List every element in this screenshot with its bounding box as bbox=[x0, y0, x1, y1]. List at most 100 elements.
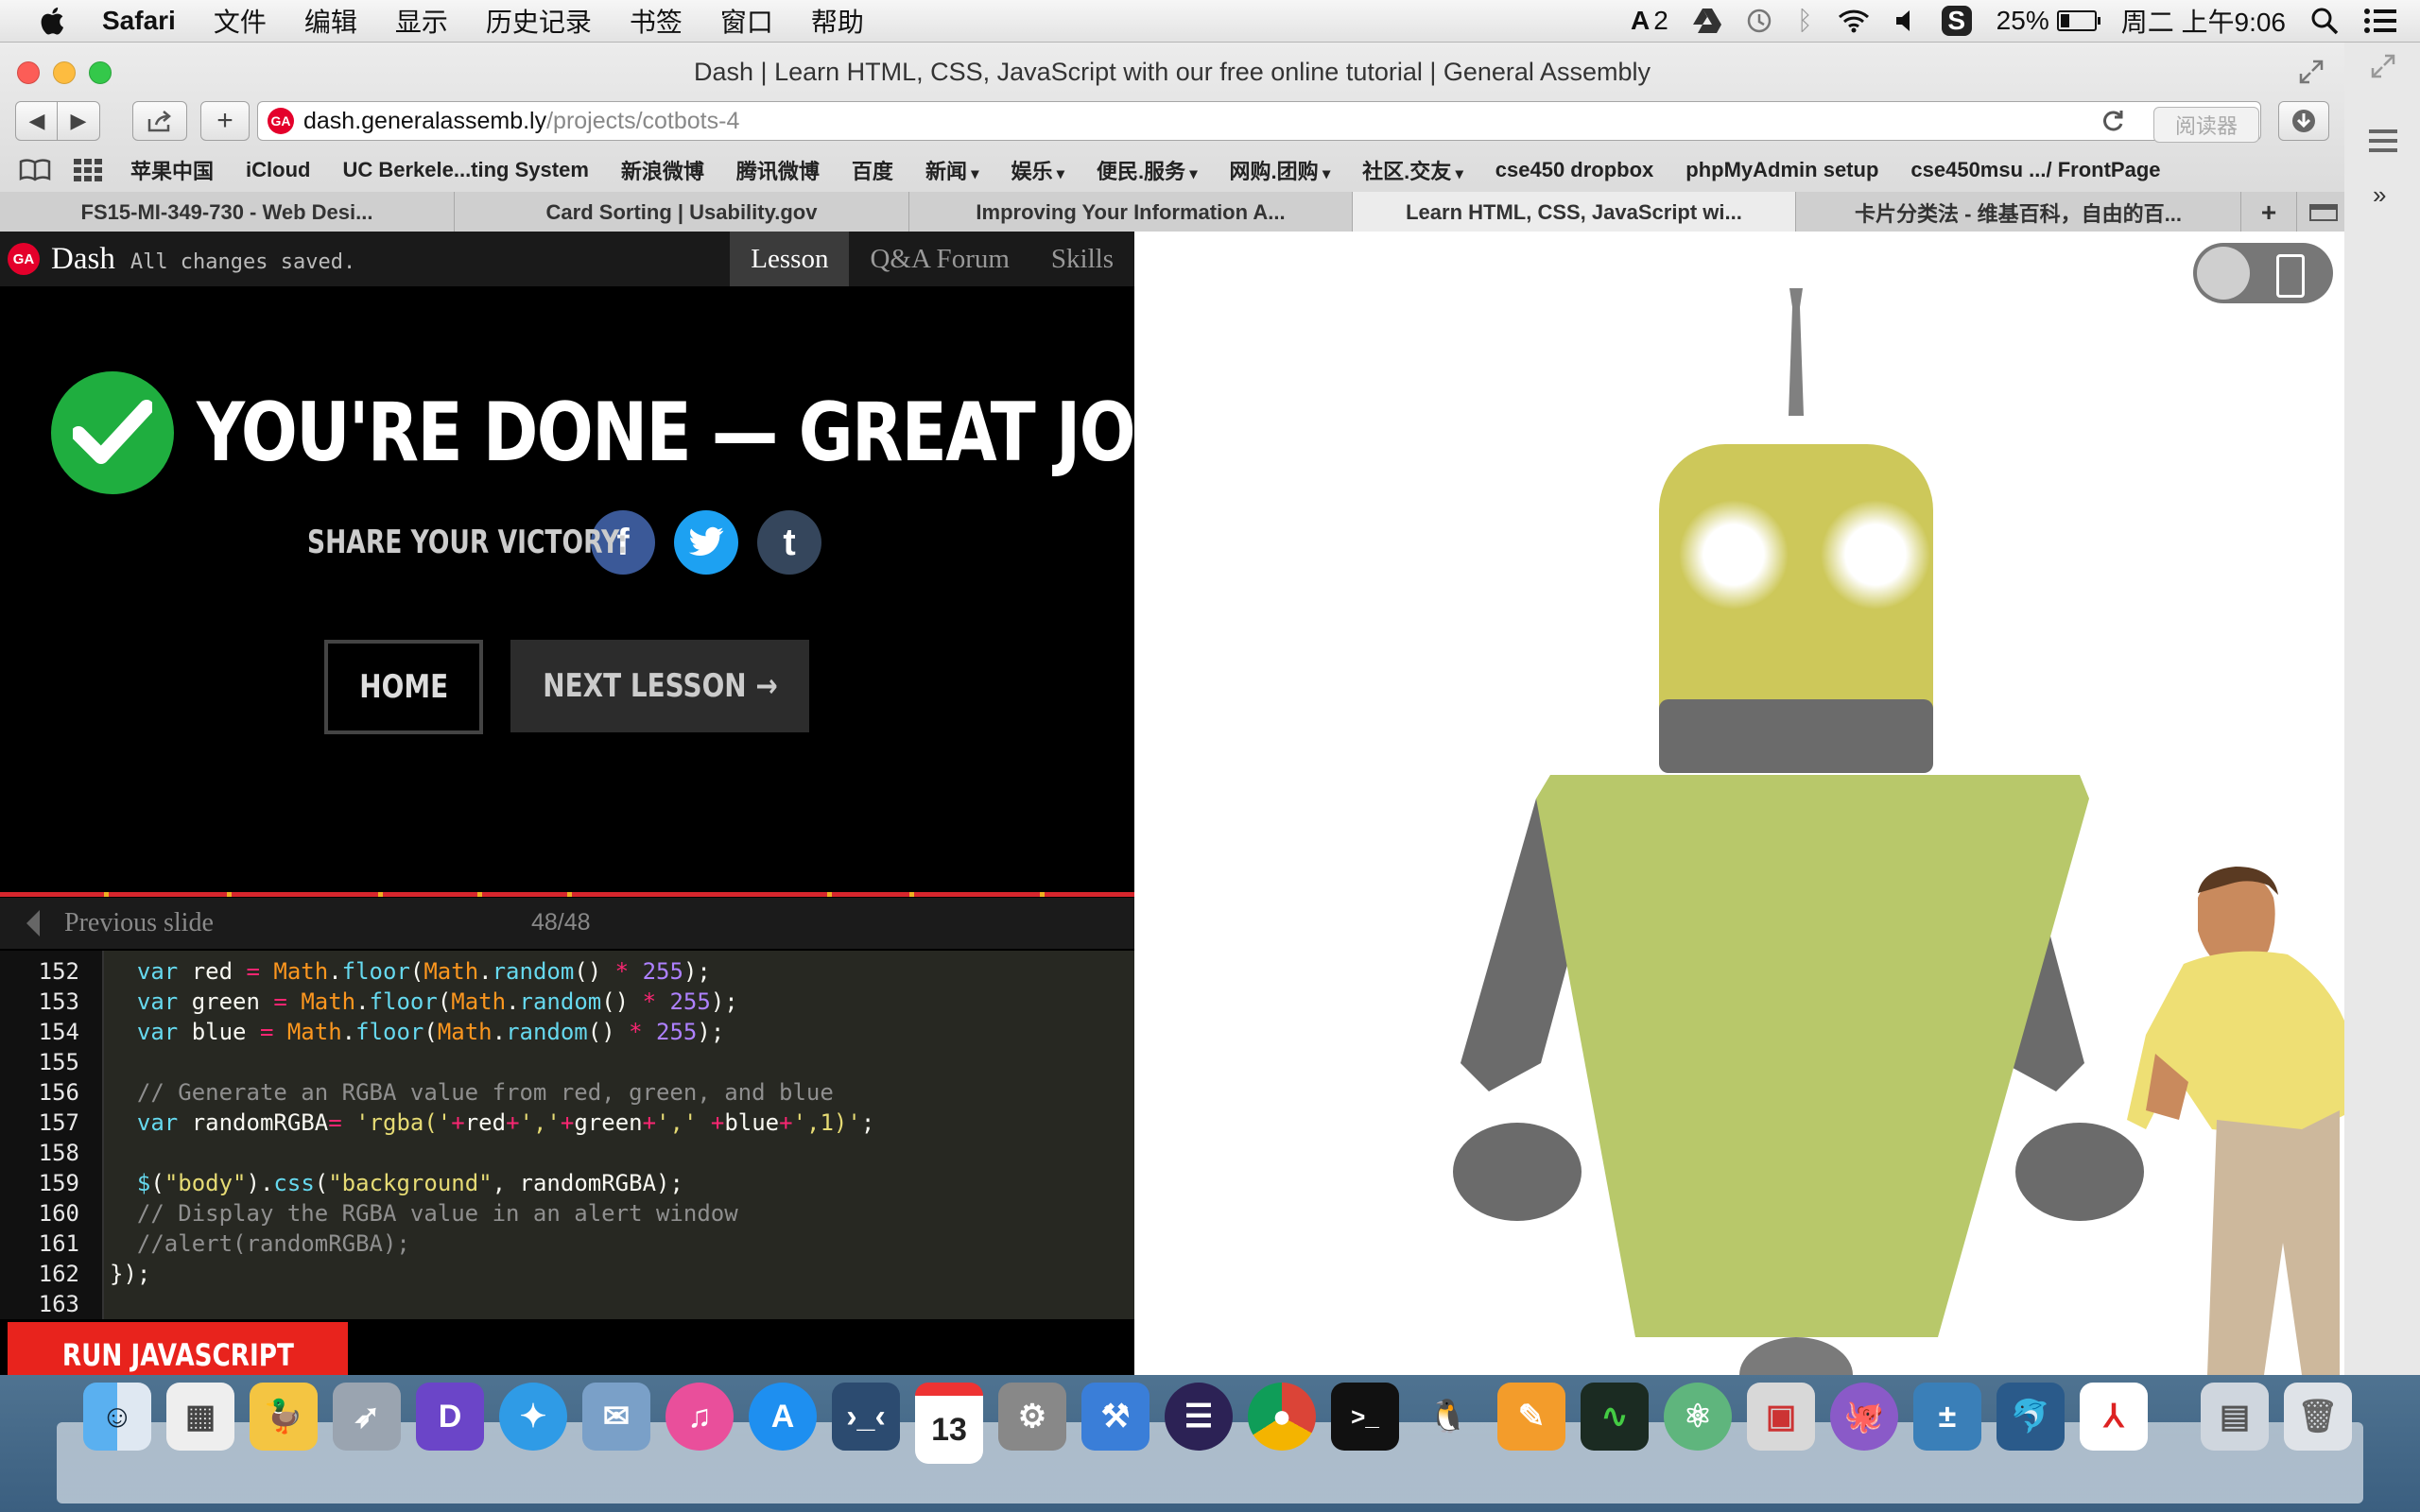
restore-icon[interactable] bbox=[2371, 54, 2395, 78]
reload-icon[interactable] bbox=[2100, 109, 2125, 133]
github-icon[interactable]: 🐙 bbox=[1830, 1383, 1898, 1451]
downloads-button[interactable] bbox=[2278, 101, 2329, 141]
qq-icon[interactable]: 🐧 bbox=[1414, 1383, 1482, 1451]
share-label: SHARE YOUR VICTORY: bbox=[307, 524, 628, 561]
home-button[interactable]: HOME bbox=[324, 640, 483, 734]
url-path: /projects/cotbots-4 bbox=[546, 107, 740, 134]
top-sites-icon[interactable] bbox=[74, 159, 102, 181]
address-bar[interactable]: GA dash.generalassemb.ly/projects/cotbot… bbox=[257, 101, 2261, 141]
dash-brand[interactable]: Dash bbox=[51, 242, 115, 277]
menu-window[interactable]: 窗口 bbox=[720, 2, 773, 40]
cyberduck-icon[interactable]: 🦆 bbox=[250, 1383, 318, 1451]
bookmark-folder-social[interactable]: 社区.交友 bbox=[1362, 155, 1463, 185]
tab-information-architecture[interactable]: Improving Your Information A... bbox=[909, 192, 1353, 233]
tab-lesson[interactable]: Lesson bbox=[730, 232, 850, 286]
remote-desktop-icon[interactable]: ›_‹ bbox=[832, 1383, 900, 1451]
finder-icon[interactable]: ☺ bbox=[83, 1383, 151, 1451]
chrome-apps-icon[interactable]: ▣ bbox=[1747, 1383, 1815, 1451]
spotlight-icon[interactable] bbox=[2310, 7, 2339, 35]
xcode-icon[interactable]: ⚒ bbox=[1081, 1383, 1150, 1451]
fullscreen-icon[interactable] bbox=[2299, 60, 2324, 84]
robot-neck bbox=[1659, 699, 1933, 773]
previous-slide-link[interactable]: Previous slide bbox=[64, 908, 214, 938]
google-drive-icon[interactable] bbox=[1692, 9, 1721, 33]
battery-icon[interactable] bbox=[2056, 10, 2100, 31]
next-lesson-button[interactable]: NEXT LESSON → bbox=[510, 640, 809, 732]
launchpad-icon[interactable]: ▦ bbox=[166, 1383, 234, 1451]
forward-button[interactable]: ▶ bbox=[57, 101, 100, 141]
mail-icon[interactable]: ✉ bbox=[582, 1383, 650, 1451]
apple-icon[interactable] bbox=[38, 5, 70, 37]
bookmark-phpmyadmin[interactable]: phpMyAdmin setup bbox=[1685, 158, 1878, 182]
tab-card-sorting[interactable]: Card Sorting | Usability.gov bbox=[455, 192, 909, 233]
share-button[interactable] bbox=[132, 101, 187, 141]
atom-icon[interactable]: ⚛ bbox=[1664, 1383, 1732, 1451]
clock[interactable]: 周二 上午9:06 bbox=[2121, 2, 2286, 40]
progress-tick bbox=[378, 892, 383, 897]
reading-list-icon[interactable] bbox=[19, 159, 51, 181]
app-store-icon[interactable]: A bbox=[749, 1383, 817, 1451]
notification-center-icon[interactable] bbox=[2363, 8, 2397, 34]
menu-safari[interactable]: Safari bbox=[102, 6, 176, 36]
bookmark-uc-berkeley[interactable]: UC Berkele...ting System bbox=[342, 158, 588, 182]
menu-bookmarks[interactable]: 书签 bbox=[630, 2, 683, 40]
menu-help[interactable]: 帮助 bbox=[811, 2, 864, 40]
bookmark-icloud[interactable]: iCloud bbox=[246, 158, 310, 182]
tab-skills[interactable]: Skills bbox=[1030, 232, 1134, 286]
wifi-icon[interactable] bbox=[1838, 9, 1870, 33]
calculator-icon[interactable]: ± bbox=[1913, 1383, 1981, 1451]
mysql-workbench-icon[interactable]: 🐬 bbox=[1996, 1383, 2065, 1451]
pages-icon[interactable]: ✎ bbox=[1497, 1383, 1565, 1451]
lesson-pane: GA Dash All changes saved. Lesson Q&A Fo… bbox=[0, 232, 1214, 1388]
terminal-icon[interactable]: >_ bbox=[1331, 1383, 1399, 1451]
skype-icon[interactable]: S bbox=[1941, 6, 1972, 36]
bookmark-baidu[interactable]: 百度 bbox=[852, 155, 893, 185]
bookmark-apple-china[interactable]: 苹果中国 bbox=[130, 155, 214, 185]
ga-logo[interactable]: GA bbox=[8, 243, 40, 275]
tab-qa-forum[interactable]: Q&A Forum bbox=[849, 232, 1029, 286]
rocket-icon[interactable]: ➶ bbox=[333, 1383, 401, 1451]
code-editor[interactable]: 152 var red = Math.floor(Math.random() *… bbox=[0, 951, 1134, 1319]
dash-docs-icon[interactable]: D bbox=[416, 1383, 484, 1451]
menu-file[interactable]: 文件 bbox=[214, 2, 267, 40]
reader-button[interactable]: 阅读器 bbox=[2153, 107, 2259, 143]
tab-overview-button[interactable] bbox=[2297, 192, 2351, 233]
documents-folder-icon[interactable]: ▤ bbox=[2201, 1383, 2269, 1451]
tumblr-icon[interactable]: t bbox=[757, 510, 821, 575]
bookmark-folder-entertainment[interactable]: 娱乐 bbox=[1011, 155, 1064, 185]
bookmark-tencent-weibo[interactable]: 腾讯微博 bbox=[736, 155, 820, 185]
tab-web-design[interactable]: FS15-MI-349-730 - Web Desi... bbox=[0, 192, 455, 233]
safari-icon[interactable]: ✦ bbox=[499, 1383, 567, 1451]
itunes-icon[interactable]: ♫ bbox=[666, 1383, 734, 1451]
system-preferences-icon[interactable]: ⚙ bbox=[998, 1383, 1066, 1451]
eclipse-icon[interactable]: ☰ bbox=[1165, 1383, 1233, 1451]
activity-monitor-icon[interactable]: ∿ bbox=[1581, 1383, 1649, 1451]
tab-dash-active[interactable]: Learn HTML, CSS, JavaScript wi... bbox=[1353, 192, 1796, 233]
bluetooth-icon[interactable]: ᛒ bbox=[1797, 6, 1813, 36]
acrobat-icon[interactable]: ⅄ bbox=[2080, 1383, 2148, 1451]
bookmark-cse450msu-frontpage[interactable]: cse450msu .../ FrontPage bbox=[1910, 158, 2160, 182]
bookmark-folder-services[interactable]: 便民.服务 bbox=[1097, 155, 1198, 185]
calendar-icon[interactable]: 13 bbox=[915, 1383, 983, 1464]
tab-wikipedia-card-sorting[interactable]: 卡片分类法 - 维基百科，自由的百... bbox=[1796, 192, 2241, 233]
bookmark-sina-weibo[interactable]: 新浪微博 bbox=[621, 155, 704, 185]
time-machine-icon[interactable] bbox=[1746, 8, 1772, 34]
battery-percent: 25% bbox=[1996, 6, 2049, 35]
menu-edit[interactable]: 编辑 bbox=[304, 2, 357, 40]
back-button[interactable]: ◀ bbox=[15, 101, 59, 141]
new-tab-button[interactable]: + bbox=[200, 101, 250, 141]
volume-icon[interactable] bbox=[1894, 9, 1917, 33]
menu-lines-icon[interactable] bbox=[2369, 129, 2397, 152]
bookmark-cse450-dropbox[interactable]: cse450 dropbox bbox=[1495, 158, 1654, 182]
chevron-right-icon[interactable]: » bbox=[2373, 180, 2386, 210]
chrome-icon[interactable]: ● bbox=[1248, 1383, 1316, 1451]
adobe-status-icon[interactable]: A bbox=[1631, 6, 1650, 36]
menu-history[interactable]: 历史记录 bbox=[486, 2, 592, 40]
bookmark-folder-shopping[interactable]: 网购.团购 bbox=[1230, 155, 1331, 185]
twitter-icon[interactable] bbox=[674, 510, 738, 575]
chevron-left-icon[interactable] bbox=[26, 910, 40, 936]
menu-view[interactable]: 显示 bbox=[395, 2, 448, 40]
trash-icon[interactable]: 🗑 bbox=[2284, 1383, 2352, 1451]
bookmark-folder-news[interactable]: 新闻 bbox=[925, 155, 979, 185]
new-tab-plus-button[interactable]: + bbox=[2241, 192, 2297, 233]
